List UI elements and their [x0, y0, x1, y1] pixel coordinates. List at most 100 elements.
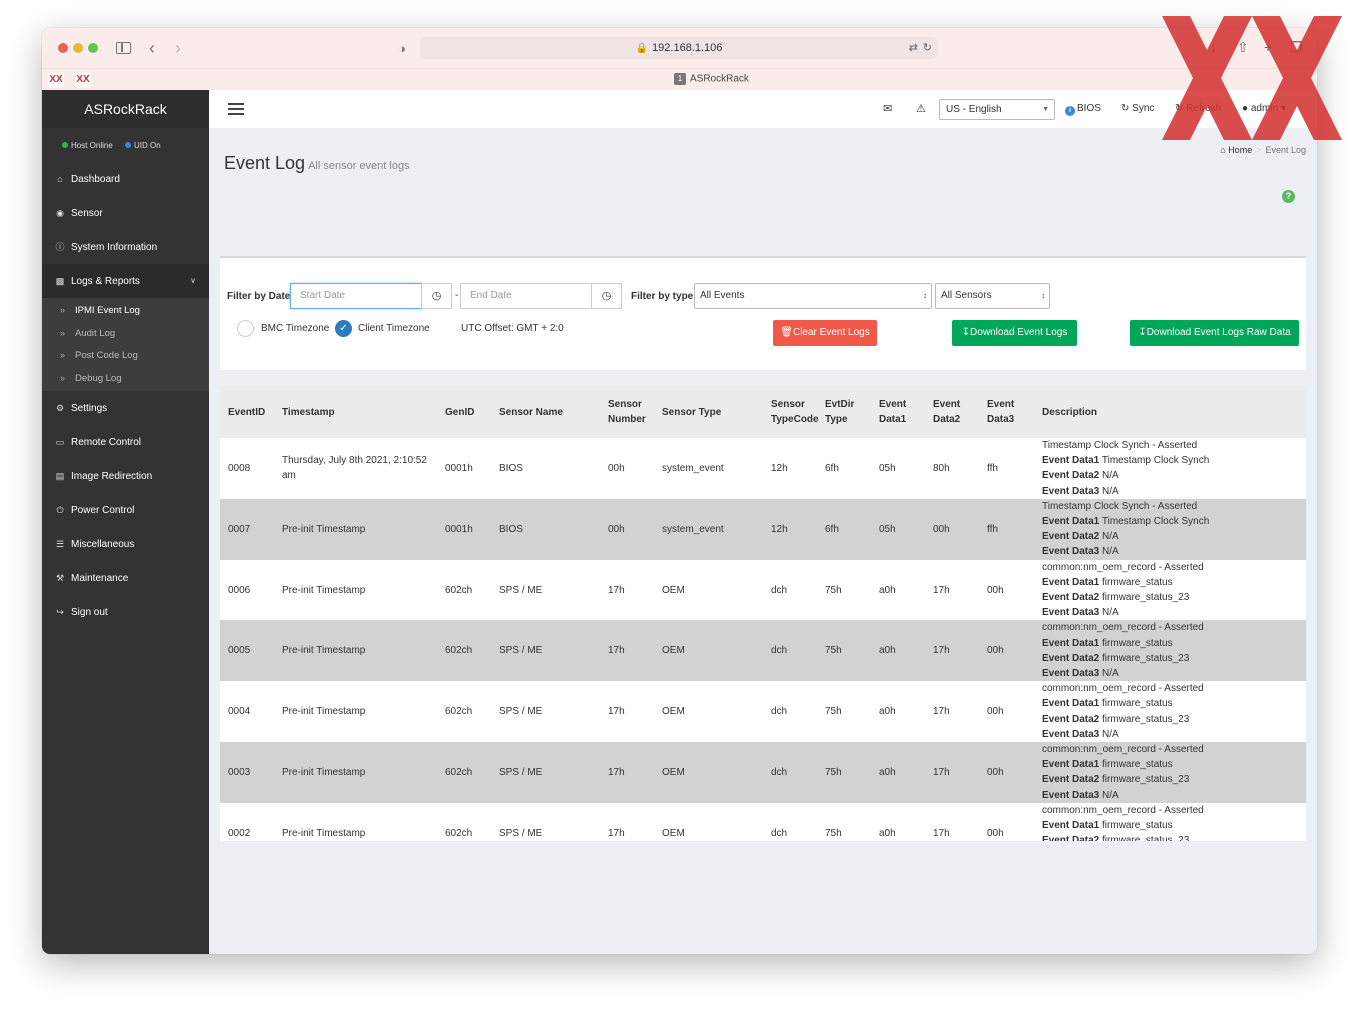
- sidebar-item-image-redirection[interactable]: ▤ Image Redirection: [42, 459, 209, 493]
- table-cell: 75h: [825, 706, 842, 718]
- end-date-input[interactable]: End Date: [460, 283, 592, 309]
- sidebar-item-settings[interactable]: ⚙ Settings: [42, 391, 209, 425]
- clear-event-logs-button[interactable]: 🗑Clear Event Logs: [773, 320, 877, 346]
- active-tab[interactable]: 1 ASRockRack: [674, 73, 749, 85]
- column-header[interactable]: Sensor TypeCode: [763, 386, 819, 438]
- minimize-window-button[interactable]: [73, 43, 83, 53]
- start-date-input[interactable]: Start Date: [290, 283, 422, 309]
- sidebar-item-sign-out[interactable]: ↪ Sign out: [42, 595, 209, 629]
- event-type-select[interactable]: All Events ↕: [694, 283, 932, 309]
- table-cell: 80h: [933, 462, 950, 474]
- column-header[interactable]: EvtDir Type: [817, 386, 871, 438]
- reload-icon[interactable]: ↻: [923, 37, 932, 59]
- column-header[interactable]: Description: [1034, 386, 1306, 438]
- logo[interactable]: ASRockRack: [42, 90, 209, 128]
- column-header[interactable]: EventID: [220, 386, 274, 438]
- column-header[interactable]: Event Data1: [871, 386, 925, 438]
- download-raw-data-button[interactable]: ↧Download Event Logs Raw Data: [1130, 320, 1299, 346]
- event-data-value: firmware_status: [1102, 637, 1173, 649]
- event-type-value: All Events: [700, 290, 745, 301]
- forward-icon[interactable]: ›: [175, 39, 181, 57]
- browser-window: ‹ › ◑ 🔒 192.168.1.106 ⇄ ↻ ↓ ⇧ + ❐ XX XX 1…: [42, 28, 1317, 954]
- bmc-timezone-radio[interactable]: [237, 320, 254, 337]
- submenu-item-ipmi-event-log[interactable]: » IPMI Event Log: [42, 299, 209, 322]
- sidebar-item-sensor[interactable]: ◉ Sensor: [42, 196, 209, 230]
- column-header[interactable]: Event Data3: [979, 386, 1034, 438]
- sensor-icon: ◉: [56, 208, 64, 218]
- sidebar-item-dashboard[interactable]: ⌂ Dashboard: [42, 162, 209, 196]
- table-cell: 00h: [987, 584, 1004, 596]
- submenu-item-post-code-log[interactable]: » Post Code Log: [42, 344, 209, 367]
- table-cell: BIOS: [499, 462, 523, 474]
- download-event-logs-button[interactable]: ↧Download Event Logs: [952, 320, 1077, 346]
- download-icon[interactable]: ↓: [1210, 39, 1217, 55]
- sidebar-item-power-control[interactable]: ⏻ Power Control: [42, 493, 209, 527]
- breadcrumb-home[interactable]: ⌂ Home: [1220, 145, 1252, 155]
- table-cell: dch: [771, 706, 788, 718]
- description-line: Event Data1 firmware_status: [1042, 757, 1298, 772]
- end-date-clock-button[interactable]: ◷: [591, 283, 622, 309]
- column-header[interactable]: GenID: [437, 386, 491, 438]
- submenu-item-audit-log[interactable]: » Audit Log: [42, 322, 209, 345]
- sync-link[interactable]: ↻ Sync: [1121, 103, 1154, 114]
- table-cell: SPS / ME: [499, 584, 543, 596]
- new-tab-icon[interactable]: +: [1264, 39, 1272, 55]
- column-header[interactable]: Event Data2: [925, 386, 979, 438]
- language-select[interactable]: US - English ▼: [939, 99, 1055, 120]
- share-icon[interactable]: ⇧: [1237, 39, 1249, 56]
- submenu-item-debug-log[interactable]: » Debug Log: [42, 367, 209, 390]
- table-cell: 00h: [608, 462, 625, 474]
- table-cell: 17h: [600, 620, 654, 682]
- menu-toggle-button[interactable]: [228, 103, 244, 115]
- uid-status: UID On: [134, 141, 161, 150]
- sidebar-item-maintenance[interactable]: ⚒ Maintenance: [42, 561, 209, 595]
- table-cell: BIOS: [491, 498, 600, 560]
- back-icon[interactable]: ‹: [149, 39, 155, 57]
- column-header[interactable]: Sensor Number: [600, 386, 654, 438]
- table-cell: 00h: [987, 706, 1004, 718]
- sidebar-item-miscellaneous[interactable]: ☰ Miscellaneous: [42, 527, 209, 561]
- table-cell: 17h: [608, 706, 625, 718]
- table-cell: 75h: [825, 584, 842, 596]
- sidebar-item-label: Sign out: [71, 607, 108, 618]
- breadcrumb-current: Event Log: [1265, 145, 1306, 155]
- tab-overview-icon[interactable]: ❐: [1290, 39, 1303, 56]
- sign-out-icon: ↪: [56, 607, 64, 617]
- event-data-value: N/A: [1102, 546, 1119, 558]
- table-cell: SPS / ME: [491, 742, 600, 803]
- help-icon[interactable]: ?: [1282, 190, 1295, 203]
- table-cell: a0h: [879, 584, 896, 596]
- sidebar-item-logs-reports[interactable]: ▩ Logs & Reports ∨: [42, 264, 209, 298]
- maximize-window-button[interactable]: [88, 43, 98, 53]
- column-header[interactable]: Sensor Type: [654, 386, 763, 438]
- bios-link[interactable]: i BIOS: [1065, 103, 1101, 116]
- sidebar-item-system-information[interactable]: ⓘ System Information: [42, 230, 209, 264]
- refresh-link[interactable]: ↻ Refresh: [1175, 103, 1221, 114]
- client-timezone-radio[interactable]: ✓: [335, 320, 352, 337]
- column-header[interactable]: Timestamp: [274, 386, 437, 438]
- start-date-clock-button[interactable]: ◷: [421, 283, 452, 309]
- event-data-value: firmware_status: [1102, 759, 1173, 771]
- table-cell: 05h: [871, 498, 925, 560]
- table-cell: 00h: [979, 620, 1034, 682]
- sidebar-item-remote-control[interactable]: ▭ Remote Control: [42, 425, 209, 459]
- table-cell: 6fh: [817, 498, 871, 560]
- warning-icon[interactable]: ⚠: [916, 102, 926, 115]
- pinned-tab[interactable]: XX: [75, 72, 91, 88]
- event-data-value: N/A: [1102, 607, 1119, 619]
- event-log-table-container[interactable]: EventID Timestamp GenID Sensor Name Sens…: [220, 386, 1306, 841]
- address-bar[interactable]: 🔒 192.168.1.106 ⇄ ↻: [420, 37, 938, 59]
- event-data-value: Timestamp Clock Synch: [1101, 516, 1210, 528]
- pinned-tab[interactable]: XX: [48, 72, 64, 88]
- submenu-item-label: Audit Log: [75, 327, 116, 339]
- sensor-type-value: All Sensors: [941, 290, 992, 301]
- translate-icon[interactable]: ⇄: [909, 37, 918, 59]
- privacy-shield-icon[interactable]: ◑: [398, 40, 406, 58]
- envelope-icon[interactable]: ✉: [883, 102, 892, 115]
- column-header[interactable]: Sensor Name: [491, 386, 600, 438]
- check-icon: ✓: [339, 323, 348, 334]
- user-menu[interactable]: ● admin ▾: [1242, 103, 1286, 114]
- sensor-type-select[interactable]: All Sensors ↕: [935, 283, 1050, 309]
- close-window-button[interactable]: [58, 43, 68, 53]
- sidebar-toggle-icon[interactable]: [116, 42, 131, 54]
